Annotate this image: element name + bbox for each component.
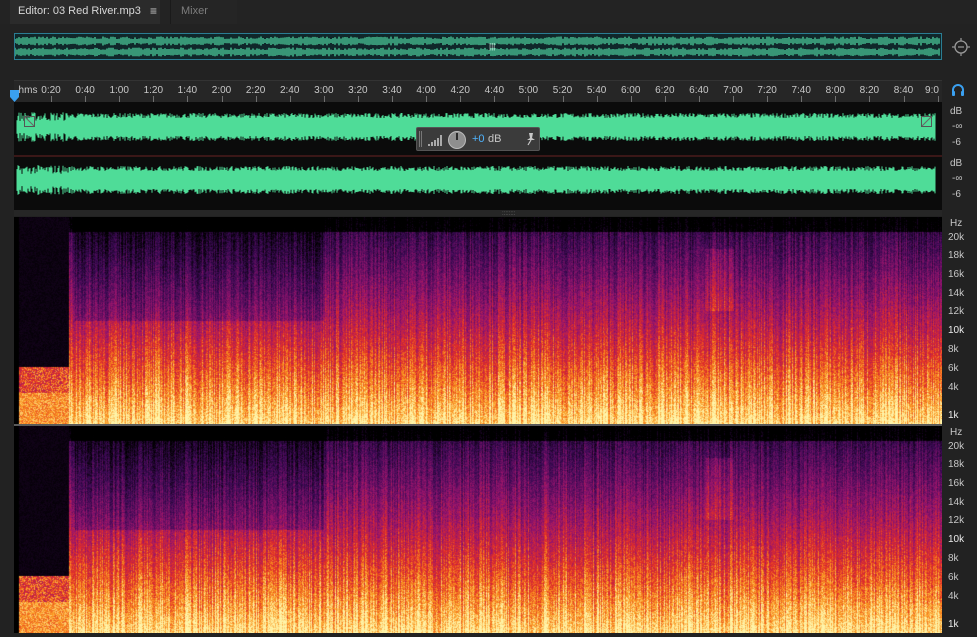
hz-label: 8k	[948, 344, 959, 355]
ruler-time-label: 4:00	[416, 85, 436, 96]
hz-label: 10k	[948, 325, 965, 336]
hz-label: 6k	[948, 363, 959, 374]
amp-label-ch2: -∞	[952, 173, 963, 184]
ruler-time-label: 3:40	[382, 85, 402, 96]
channel-divider	[14, 155, 942, 157]
hz-label: 12k	[948, 306, 965, 317]
ruler-time-label: 2:00	[211, 85, 232, 96]
pin-icon[interactable]	[525, 132, 537, 146]
hud-grip-icon[interactable]	[419, 131, 423, 147]
headphones-icon[interactable]	[951, 83, 965, 97]
ruler-time-label: 3:20	[348, 85, 368, 96]
ruler-time-label: 6:00	[620, 85, 641, 96]
hz-label: 1k	[948, 410, 959, 421]
view-splitter[interactable]: ::::::::	[14, 210, 942, 217]
ruler-time-label: 7:40	[791, 85, 811, 96]
ruler-time-label: 4:40	[484, 85, 505, 96]
ruler-time-label: 8:40	[893, 85, 914, 96]
amp-label-ch1: -6	[952, 137, 961, 148]
ruler-time-label: 6:20	[655, 85, 675, 96]
amp-unit-label-ch1: dB	[950, 106, 963, 117]
zoom-icon[interactable]	[951, 37, 971, 57]
waveform-view[interactable]	[14, 102, 942, 210]
ruler-time-label: 4:20	[450, 85, 470, 96]
hz-label: 18k	[948, 459, 965, 470]
hz-label: 16k	[948, 269, 965, 280]
level-meter-icon	[428, 135, 442, 146]
overview-drag-handle[interactable]: |||	[489, 42, 495, 51]
playhead-icon[interactable]	[9, 90, 20, 102]
hz-label: 12k	[948, 515, 965, 526]
hz-label: 4k	[948, 382, 959, 393]
amp-label-ch1: -∞	[952, 121, 963, 132]
ruler-time-label: 7:20	[757, 85, 777, 96]
overview-waveform	[15, 36, 940, 57]
ruler-unit-label: hms	[18, 85, 38, 96]
overview-channel-2	[15, 47, 940, 57]
hz-label: 8k	[948, 553, 959, 564]
volume-hud[interactable]: +0 dB	[416, 127, 540, 151]
hz-label: 14k	[948, 497, 965, 508]
hz-label: 20k	[948, 441, 965, 452]
overview-channel-1	[15, 36, 940, 46]
ruler-time-label: 6:40	[689, 85, 709, 96]
ruler-time-label: 5:40	[586, 85, 607, 96]
ruler-time-label: 7:00	[723, 85, 743, 96]
ruler-time-label: 5:00	[518, 85, 539, 96]
hz-label: 20k	[948, 232, 965, 243]
amp-label-ch2: -6	[952, 189, 961, 200]
tab-editor[interactable]: Editor: 03 Red River.mp3 ≡	[10, 0, 160, 25]
hz-label: 4k	[948, 591, 959, 602]
ruler-time-label: 1:00	[109, 85, 129, 96]
hud-volume-value[interactable]: +0	[472, 133, 485, 145]
ruler-time-label: 5:20	[552, 85, 573, 96]
document-tab-bar: Editor: 03 Red River.mp3 ≡ Mixer	[0, 0, 977, 25]
resize-icon[interactable]	[24, 116, 35, 127]
hz-label: 18k	[948, 250, 965, 261]
spectrogram-channel-1[interactable]	[14, 217, 942, 424]
hud-volume-unit: dB	[488, 133, 502, 145]
ruler-time-label: 0:20	[41, 85, 61, 96]
ruler-time-label: 1:40	[177, 85, 198, 96]
ruler-time-label: 2:20	[245, 85, 266, 96]
ruler-time-label: 2:40	[279, 85, 300, 96]
hz-unit-label: Hz	[950, 218, 963, 229]
hz-label: 1k	[948, 619, 959, 630]
time-ruler[interactable]: hms 0:20 0:40 1:00 1:20 1:40 2:00 2:20 2:40 3:00…	[14, 80, 942, 102]
ruler-time-label: 8:00	[825, 85, 846, 96]
waveform-channel-2	[16, 165, 936, 195]
resize-icon[interactable]	[921, 116, 932, 127]
hz-label: 14k	[948, 288, 965, 299]
overview-navigator[interactable]: |||	[14, 33, 942, 60]
amp-unit-label-ch2: dB	[950, 158, 963, 169]
ruler-time-label: 1:20	[143, 85, 164, 96]
ruler-time-label: 0:40	[75, 85, 95, 96]
hz-label: 6k	[948, 572, 959, 583]
ruler-time-label: 8:20	[859, 85, 880, 96]
ruler-time-label: 9:0	[925, 85, 939, 96]
hz-label: 16k	[948, 478, 965, 489]
hz-label: 10k	[948, 534, 965, 545]
spectrogram-channel-2[interactable]	[14, 426, 942, 633]
ruler-time-label: 3:00	[314, 85, 334, 96]
hz-unit-label: Hz	[950, 427, 963, 438]
tab-mixer-label: Mixer	[181, 5, 208, 17]
tab-mixer[interactable]: Mixer	[170, 0, 237, 24]
volume-knob[interactable]	[448, 131, 466, 149]
tab-editor-label: Editor: 03 Red River.mp3	[18, 5, 141, 17]
tab-menu-icon[interactable]: ≡	[150, 4, 157, 18]
